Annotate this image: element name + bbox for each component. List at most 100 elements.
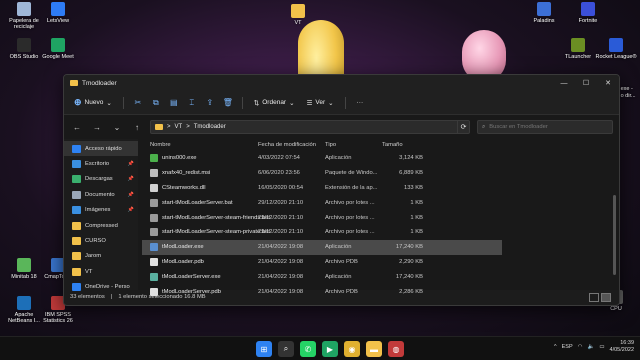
new-button[interactable]: ⊕ Nuevo ⌄ bbox=[70, 95, 116, 110]
rename-icon[interactable]: ⌶ bbox=[185, 96, 199, 110]
file-size: 1 KB bbox=[410, 214, 423, 221]
taskbar-apps: ⊞ ⌕ ✆ ▶ ◉ ▬ ◍ bbox=[256, 341, 404, 357]
desktop-icon[interactable]: Paladins bbox=[522, 2, 566, 24]
file-size: 2,290 KB bbox=[399, 258, 423, 265]
delete-icon[interactable]: 🗑 bbox=[221, 96, 235, 110]
file-row[interactable]: tModLoader.pdb 21/04/2022 19:08 Archivo PD… bbox=[142, 255, 502, 270]
tray-chevron-icon[interactable]: ^ bbox=[554, 344, 557, 350]
sidebar-item[interactable]: Escritorio 📌 bbox=[64, 156, 138, 171]
system-tray: ^ ESP ◠ 🔈 ▭ 16:39 4/05/2022 bbox=[554, 340, 634, 354]
file-row[interactable]: xnafx40_redist.msi 6/06/2020 23:56 Paquete… bbox=[142, 166, 502, 181]
view-button[interactable]: ☰ Ver ⌄ bbox=[303, 97, 338, 109]
desktop-icon[interactable]: Fortnite bbox=[566, 2, 610, 24]
sidebar-item-label: Escritorio bbox=[85, 161, 110, 168]
file-name-cell: tModLoader.exe bbox=[142, 243, 258, 252]
sidebar-item[interactable]: VT bbox=[64, 264, 138, 279]
cut-icon[interactable]: ✂ bbox=[131, 96, 145, 110]
volume-icon[interactable]: 🔈 bbox=[587, 344, 594, 350]
chevron-down-icon[interactable]: ⌄ bbox=[110, 123, 124, 132]
back-icon[interactable]: ← bbox=[70, 123, 84, 132]
language-indicator[interactable]: ESP bbox=[562, 344, 573, 350]
copy-icon[interactable]: ⧉ bbox=[149, 96, 163, 110]
folder-icon bbox=[70, 80, 78, 86]
desktop-icon-vt[interactable]: VT bbox=[276, 4, 320, 26]
paste-icon[interactable]: ▤ bbox=[167, 96, 181, 110]
file-row[interactable]: tModLoader.exe 21/04/2022 19:08 Aplicación… bbox=[142, 239, 502, 255]
file-row[interactable]: start-tModLoaderServer-steam-friends.bat… bbox=[142, 210, 502, 225]
file-row[interactable]: unins000.exe 4/03/2022 07:54 Aplicación 3,1… bbox=[142, 151, 502, 166]
start-icon[interactable]: ⊞ bbox=[256, 341, 272, 357]
address-bar[interactable]: > VT > Tmodloader ⟳ bbox=[150, 120, 470, 134]
star-icon bbox=[72, 144, 81, 153]
file-date: 21/04/2022 19:08 bbox=[258, 273, 304, 280]
pin-icon: 📌 bbox=[127, 191, 134, 198]
file-row[interactable]: CSteamworks.dll 16/05/2020 00:54 Extensión… bbox=[142, 181, 502, 196]
wifi-icon[interactable]: ◠ bbox=[578, 344, 583, 350]
file-name: tModLoader.exe bbox=[162, 244, 204, 251]
file-size: 1 KB bbox=[410, 199, 423, 206]
desktop-icon[interactable]: Google Meet bbox=[36, 38, 80, 60]
column-header-date[interactable]: Fecha de modificación bbox=[258, 142, 325, 148]
app-icon[interactable]: ◍ bbox=[388, 341, 404, 357]
file-name: start-tModLoaderServer.bat bbox=[162, 199, 233, 206]
up-icon[interactable]: ↑ bbox=[130, 123, 144, 132]
desktop-icon[interactable]: Rocket League® bbox=[594, 38, 638, 60]
sidebar-item[interactable]: Descargas 📌 bbox=[64, 172, 138, 187]
file-row[interactable]: tModLoaderServer.exe 21/04/2022 19:08 Apli… bbox=[142, 269, 502, 284]
pin-icon: 📌 bbox=[127, 207, 134, 214]
scrollbar[interactable] bbox=[613, 195, 616, 275]
file-size: 3,124 KB bbox=[399, 155, 423, 162]
file-size: 17,240 KB bbox=[395, 244, 423, 251]
file-type: Aplicación bbox=[325, 244, 352, 251]
sidebar-item-label: Jarom bbox=[85, 253, 102, 260]
search-input[interactable] bbox=[489, 124, 600, 130]
chrome-icon[interactable]: ◉ bbox=[344, 341, 360, 357]
column-header-size[interactable]: Tamaño bbox=[382, 142, 414, 148]
explorer-icon[interactable]: ▬ bbox=[366, 341, 382, 357]
maximize-button[interactable]: ☐ bbox=[575, 75, 597, 91]
chevron-down-icon: ⌄ bbox=[328, 99, 334, 107]
file-row[interactable]: start-tModLoaderServer-steam-private.bat… bbox=[142, 225, 502, 240]
file-date: 6/06/2020 23:56 bbox=[258, 170, 300, 177]
sidebar-item-label: Imágenes bbox=[85, 207, 111, 214]
search-icon[interactable]: ⌕ bbox=[278, 341, 294, 357]
file-rows: unins000.exe 4/03/2022 07:54 Aplicación 3,1… bbox=[142, 151, 619, 299]
file-size: 133 KB bbox=[403, 184, 423, 191]
desktop-icon-label: Paladins bbox=[533, 18, 555, 24]
file-row[interactable]: tModLoaderServer.pdb 21/04/2022 19:08 Arch… bbox=[142, 284, 502, 299]
file-row[interactable]: start-tModLoaderServer.bat 29/12/2020 21:… bbox=[142, 195, 502, 210]
more-button[interactable]: ··· bbox=[353, 97, 368, 108]
minimize-button[interactable]: — bbox=[553, 75, 575, 91]
file-icon bbox=[150, 228, 158, 237]
sidebar-item[interactable]: Compressed bbox=[64, 218, 138, 233]
meet-icon[interactable]: ▶ bbox=[322, 341, 338, 357]
breadcrumb-separator: > bbox=[186, 124, 190, 130]
close-button[interactable]: ✕ bbox=[597, 75, 619, 91]
clock[interactable]: 16:39 4/05/2022 bbox=[610, 340, 634, 354]
breadcrumb-item[interactable]: Tmodloader bbox=[194, 124, 226, 130]
desktop-icon bbox=[72, 160, 81, 169]
clock-date: 4/05/2022 bbox=[609, 347, 634, 353]
file-date: 29/12/2020 21:10 bbox=[258, 199, 304, 206]
breadcrumb-item[interactable]: VT bbox=[175, 124, 183, 130]
sidebar-item-label: Acceso rápido bbox=[85, 145, 122, 152]
column-header-type[interactable]: Tipo bbox=[325, 142, 382, 148]
refresh-icon[interactable]: ⟳ bbox=[457, 120, 469, 134]
column-header-name[interactable]: Nombre bbox=[142, 142, 258, 148]
search-box[interactable]: ⌕ bbox=[477, 120, 613, 134]
sidebar-item[interactable]: CURSO bbox=[64, 233, 138, 248]
sort-button[interactable]: ⇅ Ordenar ⌄ bbox=[250, 97, 299, 109]
share-icon[interactable]: ⇪ bbox=[203, 96, 217, 110]
sidebar-item[interactable]: Acceso rápido bbox=[64, 141, 138, 157]
whatsapp-icon[interactable]: ✆ bbox=[300, 341, 316, 357]
sidebar-item-label: OneDrive - Perso bbox=[85, 284, 130, 291]
sidebar-item[interactable]: Jarom bbox=[64, 249, 138, 264]
desktop-icon[interactable]: LetsView bbox=[36, 2, 80, 24]
sidebar-item[interactable]: Imágenes 📌 bbox=[64, 203, 138, 218]
file-explorer-window: Tmodloader — ☐ ✕ ⊕ Nuevo ⌄ ✂ ⧉ ▤ ⌶ ⇪ 🗑 ⇅… bbox=[63, 74, 620, 306]
sidebar-item[interactable]: Documento 📌 bbox=[64, 187, 138, 202]
forward-icon[interactable]: → bbox=[90, 123, 104, 132]
battery-icon[interactable]: ▭ bbox=[599, 344, 604, 350]
sidebar-item[interactable]: OneDrive - Perso bbox=[64, 280, 138, 295]
file-icon bbox=[150, 183, 158, 192]
